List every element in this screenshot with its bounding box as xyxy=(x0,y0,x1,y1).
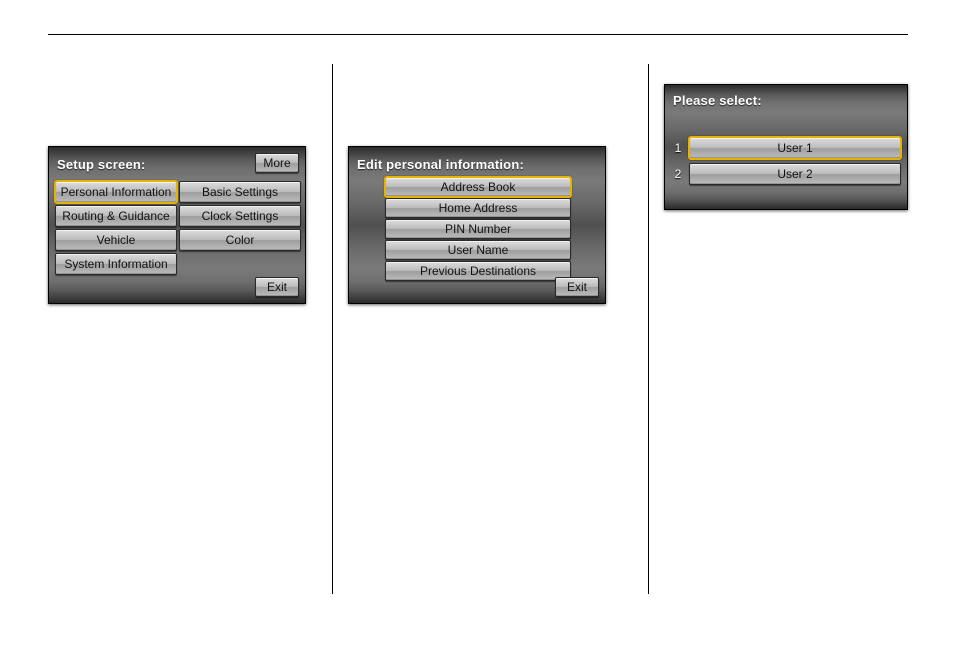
column-divider-2 xyxy=(648,64,649,594)
setup-button-grid: Personal Information Basic Settings Rout… xyxy=(55,181,301,275)
basic-settings-button[interactable]: Basic Settings xyxy=(179,181,301,203)
clock-settings-button[interactable]: Clock Settings xyxy=(179,205,301,227)
select-title: Please select: xyxy=(673,93,762,108)
more-button[interactable]: More xyxy=(255,153,299,173)
user-2-button[interactable]: User 2 xyxy=(689,163,901,185)
home-address-button[interactable]: Home Address xyxy=(385,198,571,218)
color-button[interactable]: Color xyxy=(179,229,301,251)
edit-exit-button[interactable]: Exit xyxy=(555,277,599,297)
setup-exit-button[interactable]: Exit xyxy=(255,277,299,297)
edit-personal-info-panel: Edit personal information: Address Book … xyxy=(348,146,606,304)
user-select-panel: Please select: 1 User 1 2 User 2 xyxy=(664,84,908,210)
routing-guidance-button[interactable]: Routing & Guidance xyxy=(55,205,177,227)
setup-title: Setup screen: xyxy=(57,157,146,172)
setup-screen-panel: Setup screen: More Personal Information … xyxy=(48,146,306,304)
edit-item-stack: Address Book Home Address PIN Number Use… xyxy=(385,177,571,281)
horizontal-rule xyxy=(48,34,908,35)
user-row-2: 2 User 2 xyxy=(673,163,901,185)
system-information-button[interactable]: System Information xyxy=(55,253,177,275)
pin-number-button[interactable]: PIN Number xyxy=(385,219,571,239)
vehicle-button[interactable]: Vehicle xyxy=(55,229,177,251)
user-number-1: 1 xyxy=(673,141,683,155)
address-book-button[interactable]: Address Book xyxy=(385,177,571,197)
previous-destinations-button[interactable]: Previous Destinations xyxy=(385,261,571,281)
column-divider-1 xyxy=(332,64,333,594)
user-rows: 1 User 1 2 User 2 xyxy=(673,137,901,185)
user-1-button[interactable]: User 1 xyxy=(689,137,901,159)
edit-title: Edit personal information: xyxy=(357,157,524,172)
personal-information-button[interactable]: Personal Information xyxy=(55,181,177,203)
user-row-1: 1 User 1 xyxy=(673,137,901,159)
user-name-button[interactable]: User Name xyxy=(385,240,571,260)
user-number-2: 2 xyxy=(673,167,683,181)
